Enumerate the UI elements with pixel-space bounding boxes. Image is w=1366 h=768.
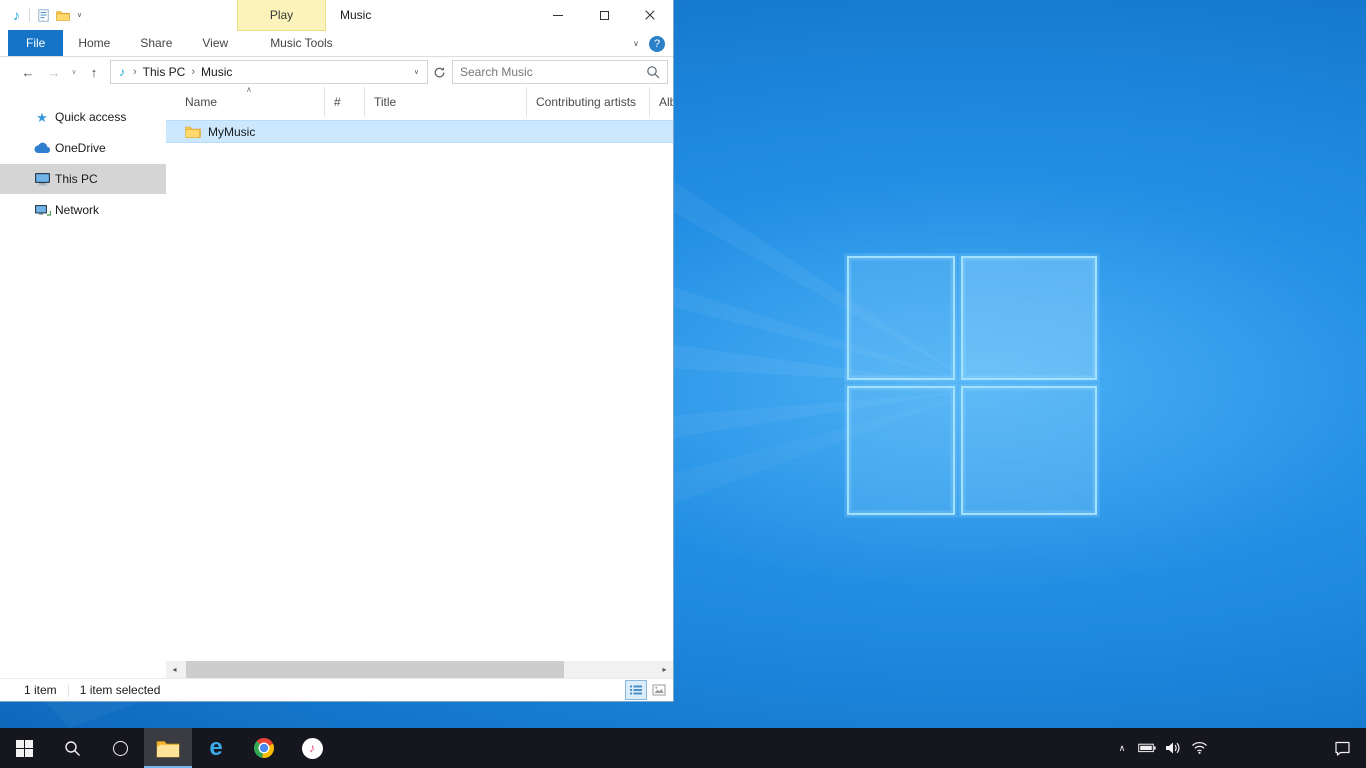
taskbar-file-explorer-button[interactable]: [144, 728, 192, 768]
sidebar-item-label: OneDrive: [55, 141, 106, 155]
tab-view[interactable]: View: [187, 30, 243, 56]
this-pc-icon: [33, 172, 51, 186]
chrome-icon: [254, 738, 274, 758]
search-box: [452, 60, 668, 84]
column-headers: ∧ Name # Title Contributing artists Alb: [166, 87, 673, 117]
navigation-bar: ← → ∨ ↑ ♪ › This PC › Music ∨: [0, 57, 673, 87]
selection-count: 1 item selected: [80, 683, 161, 697]
close-button[interactable]: [627, 0, 673, 30]
column-header-contributing-artists[interactable]: Contributing artists: [527, 87, 650, 117]
column-header-title[interactable]: Title: [365, 87, 527, 117]
qat-customize-chevron-icon[interactable]: ∨: [77, 11, 82, 19]
file-list[interactable]: MyMusic: [166, 117, 673, 661]
column-header-number[interactable]: #: [325, 87, 365, 117]
file-row-mymusic[interactable]: MyMusic: [166, 120, 673, 143]
taskbar: e ♪ ∧: [0, 728, 1366, 768]
address-dropdown-chevron-icon[interactable]: ∨: [414, 68, 419, 76]
network-icon: [33, 204, 51, 217]
music-note-app-icon: ♪: [13, 8, 20, 22]
large-icons-view-button[interactable]: [648, 680, 670, 700]
scroll-left-icon[interactable]: ◂: [166, 665, 183, 674]
sidebar-item-onedrive[interactable]: OneDrive: [0, 133, 166, 163]
start-button[interactable]: [0, 728, 48, 768]
scrollbar-thumb[interactable]: [186, 661, 564, 678]
windows-logo-icon: [16, 740, 33, 757]
sidebar-item-quick-access[interactable]: ★ Quick access: [0, 102, 166, 132]
sidebar-item-network[interactable]: Network: [0, 195, 166, 225]
horizontal-scrollbar[interactable]: ◂ ▸: [166, 661, 673, 678]
battery-icon[interactable]: [1134, 743, 1160, 753]
expand-ribbon-chevron-icon[interactable]: ∨: [633, 39, 639, 48]
breadcrumb-this-pc[interactable]: This PC: [143, 65, 186, 79]
system-tray: ∧: [1110, 728, 1366, 768]
recent-locations-chevron-icon[interactable]: ∨: [67, 68, 81, 76]
window-controls: [535, 0, 673, 30]
breadcrumb-separator[interactable]: ›: [133, 66, 137, 78]
network-wifi-icon[interactable]: [1186, 741, 1212, 755]
show-hidden-icons-chevron-icon[interactable]: ∧: [1110, 743, 1134, 754]
qat-divider: [29, 8, 30, 22]
sidebar-item-this-pc[interactable]: This PC: [0, 164, 166, 194]
sidebar-item-label: This PC: [55, 172, 98, 186]
sort-ascending-icon: ∧: [246, 85, 252, 94]
titlebar[interactable]: ♪ ∨ Play Music: [0, 0, 673, 30]
window-title: Music: [340, 0, 371, 30]
folder-icon: [185, 125, 201, 138]
breadcrumb-separator[interactable]: ›: [191, 66, 195, 78]
cortana-circle-icon: [113, 741, 128, 756]
search-input[interactable]: [453, 65, 646, 79]
window-body: ★ Quick access OneDrive: [0, 87, 673, 678]
itunes-icon: ♪: [302, 738, 323, 759]
item-count: 1 item: [24, 683, 57, 697]
taskbar-chrome-button[interactable]: [240, 728, 288, 768]
music-note-icon: ♪: [309, 742, 315, 754]
file-list-pane: ∧ Name # Title Contributing artists Alb …: [166, 87, 673, 678]
details-view-button[interactable]: [625, 680, 647, 700]
tab-share[interactable]: Share: [125, 30, 187, 56]
cortana-button[interactable]: [96, 728, 144, 768]
onedrive-cloud-icon: [33, 142, 51, 154]
search-icon[interactable]: [646, 65, 660, 79]
address-bar[interactable]: ♪ › This PC › Music ∨: [110, 60, 428, 84]
status-divider: [68, 684, 69, 697]
column-header-album[interactable]: Alb: [650, 87, 673, 117]
tab-home[interactable]: Home: [63, 30, 125, 56]
view-toggles: [625, 680, 670, 700]
minimize-button[interactable]: [535, 0, 581, 30]
quick-access-star-icon: ★: [33, 111, 51, 124]
taskbar-itunes-button[interactable]: ♪: [288, 728, 336, 768]
ribbon-tab-bar: File Home Share View Music Tools ∨ ?: [0, 30, 673, 57]
navigation-pane: ★ Quick access OneDrive: [0, 87, 166, 678]
file-name: MyMusic: [208, 125, 255, 139]
close-icon: [645, 10, 655, 20]
properties-icon[interactable]: [38, 9, 49, 22]
ribbon-right-controls: ∨ ?: [633, 30, 665, 57]
volume-icon[interactable]: [1160, 741, 1186, 755]
file-explorer-window: ♪ ∨ Play Music: [0, 0, 674, 702]
minimize-icon: [553, 15, 563, 16]
sidebar-item-label: Quick access: [55, 110, 126, 124]
back-button[interactable]: ←: [15, 65, 41, 80]
taskbar-edge-button[interactable]: e: [192, 728, 240, 768]
search-icon: [64, 740, 81, 757]
tab-file[interactable]: File: [8, 30, 63, 56]
refresh-icon[interactable]: [433, 66, 446, 79]
contextual-badge-play[interactable]: Play: [237, 0, 326, 31]
new-folder-icon[interactable]: [56, 10, 70, 21]
tab-music-tools[interactable]: Music Tools: [255, 30, 347, 56]
maximize-icon: [600, 11, 609, 20]
forward-button[interactable]: →: [41, 65, 67, 80]
music-note-icon: ♪: [119, 65, 125, 79]
maximize-button[interactable]: [581, 0, 627, 30]
edge-icon: e: [209, 736, 222, 760]
sidebar-item-label: Network: [55, 203, 99, 217]
taskbar-search-button[interactable]: [48, 728, 96, 768]
status-bar: 1 item 1 item selected: [0, 678, 673, 701]
up-button[interactable]: ↑: [81, 65, 107, 80]
file-explorer-icon: [156, 739, 180, 758]
breadcrumb-music[interactable]: Music: [201, 65, 232, 79]
scroll-right-icon[interactable]: ▸: [656, 665, 673, 674]
help-icon[interactable]: ?: [649, 36, 665, 52]
action-center-icon[interactable]: [1322, 741, 1362, 756]
